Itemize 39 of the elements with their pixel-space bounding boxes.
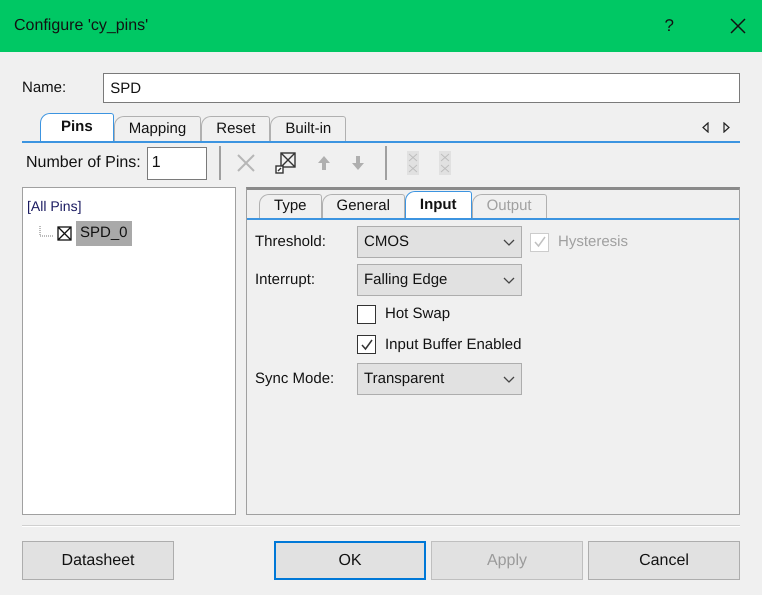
tab[interactable]: General	[322, 194, 405, 218]
checkbox-label: Hot Swap	[385, 304, 450, 324]
pins-count-label: Number of Pins:	[26, 153, 141, 173]
name-field[interactable]: SPD	[103, 73, 740, 103]
threshold-label: Threshold:	[255, 232, 327, 252]
chevron-down-icon	[503, 276, 515, 284]
sync-mode-label: Sync Mode:	[255, 368, 336, 389]
checkbox[interactable]	[357, 304, 376, 324]
dialog-button[interactable]: Datasheet	[22, 541, 174, 580]
tree-item[interactable]: [All Pins]	[27, 196, 235, 217]
chevron-down-icon	[503, 238, 515, 246]
tab[interactable]: Built-in	[270, 116, 346, 141]
scroll-left-icon[interactable]	[702, 122, 709, 133]
tab[interactable]: Input	[404, 191, 472, 218]
name-label: Name:	[22, 78, 66, 98]
tab[interactable]: Reset	[201, 116, 270, 141]
checkbox-label: Hysteresis	[558, 232, 628, 252]
checkmark-icon	[532, 235, 546, 249]
window-title: Configure 'cy_pins'	[14, 16, 148, 36]
boxed-x-icon	[57, 226, 72, 241]
dialog-button[interactable]: Cancel	[588, 541, 740, 580]
checkmark-icon	[360, 338, 374, 352]
interrupt-label: Interrupt:	[255, 270, 316, 290]
threshold-dropdown[interactable]: CMOS	[357, 226, 522, 258]
scroll-right-icon[interactable]	[723, 122, 730, 133]
close-icon[interactable]	[730, 18, 746, 34]
chevron-down-icon	[503, 376, 515, 382]
tab[interactable]: Pins	[40, 113, 114, 141]
help-button[interactable]: ?	[660, 13, 678, 39]
pins-count-field[interactable]: 1	[146, 146, 207, 180]
tree-item[interactable]: SPD_0	[76, 221, 132, 246]
checkbox[interactable]	[357, 335, 376, 354]
sync-mode-dropdown[interactable]: Transparent	[357, 363, 522, 395]
tab[interactable]: Type	[259, 194, 322, 218]
tab[interactable]: Mapping	[114, 116, 202, 141]
dialog-button[interactable]: OK	[274, 541, 426, 580]
interrupt-dropdown[interactable]: Falling Edge	[357, 264, 522, 296]
boxed-x-icon[interactable]	[274, 152, 297, 174]
checkbox-label: Input Buffer Enabled	[385, 334, 522, 354]
